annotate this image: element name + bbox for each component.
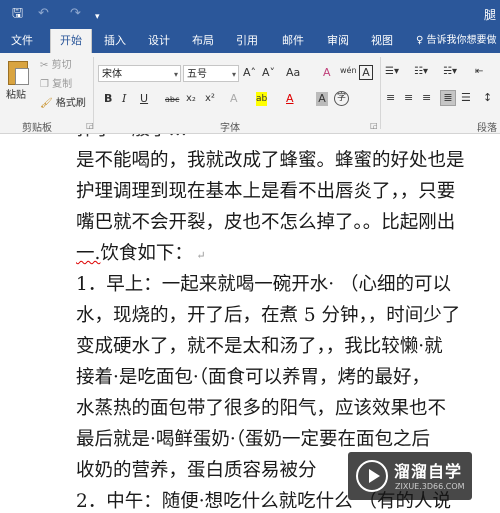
paste-button[interactable]: 粘贴 — [4, 57, 32, 111]
paste-label: 粘贴 — [6, 90, 26, 101]
tell-me-search[interactable]: ♀ 告诉我你想要做 — [416, 29, 497, 53]
format-painter-label: 格式刷 — [55, 98, 86, 109]
doc-line: 接着·是吃面包·（面食可以养胃，烤的最好， — [76, 367, 431, 388]
doc-line: 收奶的营养，蛋白质容易被分 — [76, 460, 317, 481]
superscript-icon[interactable]: x² — [205, 92, 215, 106]
bold-icon[interactable]: B — [104, 92, 112, 106]
underline-icon[interactable]: U — [140, 92, 148, 106]
spelling-squiggle: 一. — [76, 243, 101, 264]
doc-line-partial: 扑了一般了… — [76, 134, 187, 144]
group-separator — [380, 57, 381, 129]
watermark-badge: 溜溜自学 ZIXUE.3D66.COM — [348, 452, 472, 500]
line-spacing-icon[interactable]: ↕ — [483, 91, 492, 105]
distributed-icon[interactable]: ☰ — [461, 91, 471, 105]
font-color-icon[interactable]: A — [286, 92, 294, 106]
align-left-icon[interactable]: ≡ — [386, 91, 395, 105]
doc-line: 一.饮食如下： ↵ — [76, 240, 206, 270]
cut-label: 剪切 — [51, 60, 72, 71]
change-case-icon[interactable]: Aa — [286, 66, 300, 80]
title-bar: 🖫 ↶ ↷ ▾ 腿 — [0, 0, 500, 29]
strikethrough-icon[interactable]: abc — [165, 93, 179, 107]
font-size-select[interactable]: 五号 ▾ — [183, 65, 239, 82]
copy-button[interactable]: ❐ 复制 — [40, 78, 72, 92]
chevron-down-icon: ▾ — [173, 70, 178, 79]
shrink-font-icon[interactable]: A˅ — [262, 66, 275, 80]
decrease-indent-icon[interactable]: ⇤ — [475, 65, 483, 79]
character-border-icon[interactable]: A — [359, 65, 373, 80]
clipboard-group-label: 剪贴板 — [22, 123, 52, 134]
doc-line: 护理调理到现在基本上是看不出唇炎了，，只要 — [76, 181, 456, 202]
doc-line: 1．早上：一起来就喝一碗开水· （心细的可以 — [76, 274, 452, 295]
clear-formatting-icon[interactable]: A — [323, 66, 331, 80]
format-painter-button[interactable]: 🖌 格式刷 — [40, 97, 86, 111]
justify-icon[interactable]: ≣ — [440, 90, 456, 106]
align-right-icon[interactable]: ≡ — [422, 91, 431, 105]
cut-button[interactable]: ✂ 剪切 — [40, 59, 72, 73]
copy-icon: ❐ — [40, 79, 49, 90]
font-launcher-icon[interactable]: ◲ — [370, 121, 378, 130]
chevron-down-icon: ▾ — [231, 70, 236, 79]
paragraph-mark-icon: ↵ — [192, 249, 206, 262]
save-icon[interactable]: 🖫 — [12, 6, 23, 22]
font-name-select[interactable]: 宋体 ▾ — [98, 65, 181, 82]
watermark-title: 溜溜自学 — [394, 462, 463, 481]
highlight-icon[interactable]: ab — [256, 92, 268, 106]
enclose-characters-icon[interactable]: 字 — [334, 91, 349, 106]
tab-home[interactable]: 开始 — [50, 29, 92, 53]
tab-mailings[interactable]: 邮件 — [275, 29, 311, 53]
font-name-value: 宋体 — [102, 69, 122, 80]
tab-file[interactable]: 文件 — [4, 29, 40, 53]
ribbon-tabs: 文件 开始 插入 设计 布局 引用 邮件 审阅 视图 ♀ 告诉我你想要做 — [0, 29, 500, 53]
doc-line: 是不能喝的，我就改成了蜂蜜。蜂蜜的好处也是 — [76, 150, 465, 171]
tab-insert[interactable]: 插入 — [97, 29, 133, 53]
tab-review[interactable]: 审阅 — [320, 29, 356, 53]
tab-references[interactable]: 引用 — [229, 29, 265, 53]
copy-label: 复制 — [52, 79, 73, 90]
align-center-icon[interactable]: ≡ — [404, 91, 413, 105]
doc-line: 水蒸热的面包带了很多的阳气，应该效果也不 — [76, 398, 447, 419]
bullets-icon[interactable]: ☰▾ — [385, 65, 399, 79]
doc-line-text: 饮食如下： — [100, 243, 193, 264]
tab-design[interactable]: 设计 — [141, 29, 177, 53]
font-size-value: 五号 — [187, 69, 207, 80]
group-separator — [93, 57, 94, 129]
brush-icon: 🖌 — [40, 98, 53, 109]
paragraph-group-label: 段落 — [477, 123, 497, 134]
numbering-icon[interactable]: ☷▾ — [414, 65, 428, 79]
customize-quick-access-icon[interactable]: ▾ — [95, 9, 100, 25]
subscript-icon[interactable]: x₂ — [186, 92, 196, 106]
doc-line: 最后就是·喝鲜蛋奶·（蛋奶一定要在面包之后 — [76, 429, 431, 450]
watermark-url: ZIXUE.3D66.COM — [395, 482, 465, 491]
doc-line: 嘴巴就不会开裂，皮也不怎么掉了。。比起刚出 — [76, 212, 456, 233]
play-logo-icon — [356, 460, 388, 492]
character-shading-icon[interactable]: A — [316, 92, 328, 106]
redo-icon[interactable]: ↷ — [70, 6, 81, 22]
doc-line: 变成硬水了，就不是太和汤了，，我比较懒·就 — [76, 336, 443, 357]
phonetic-guide-icon[interactable]: wén — [340, 64, 357, 78]
tab-view[interactable]: 视图 — [364, 29, 400, 53]
grow-font-icon[interactable]: A˄ — [243, 66, 256, 80]
text-effects-icon[interactable]: A — [230, 92, 238, 106]
italic-icon[interactable]: I — [122, 92, 126, 106]
font-group-label: 字体 — [220, 123, 240, 134]
ribbon-home: 粘贴 ✂ 剪切 ❐ 复制 🖌 格式刷 剪贴板 ◲ 宋体 ▾ 五号 ▾ A˄ A˅… — [0, 53, 500, 134]
doc-line: 水，现烧的，开了后，在煮 5 分钟，，时间少了 — [76, 305, 461, 326]
undo-icon[interactable]: ↶ — [38, 6, 49, 22]
document-title: 腿 — [484, 8, 497, 22]
multilevel-list-icon[interactable]: ☵▾ — [443, 65, 457, 79]
tab-layout[interactable]: 布局 — [185, 29, 221, 53]
paste-icon — [8, 61, 29, 85]
scissors-icon: ✂ — [40, 60, 49, 71]
